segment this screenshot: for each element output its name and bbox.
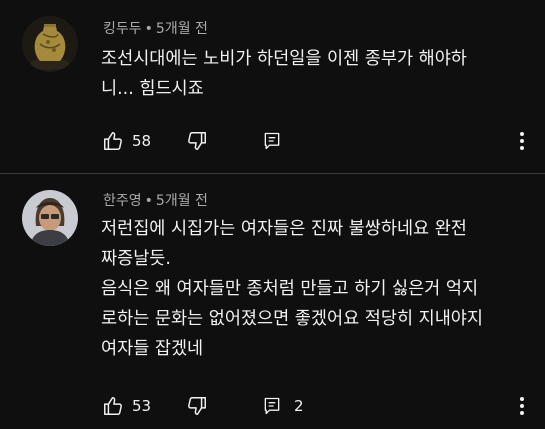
thumb-down-icon: [186, 395, 208, 417]
more-vertical-icon: [515, 395, 529, 417]
person-avatar-image: [22, 190, 78, 246]
comment-text: 저런집에 시집가는 여자들은 진짜 불쌍하네요 완전 짜증날듯. 음식은 왜 여…: [101, 219, 484, 359]
avatar[interactable]: [22, 190, 78, 246]
more-options-button[interactable]: [515, 395, 529, 417]
meta-separator: •: [144, 193, 153, 209]
comment-meta: 한주영 • 5개월 전: [103, 190, 208, 210]
comment-actions: 53 2: [100, 395, 540, 417]
comment-time[interactable]: 5개월 전: [156, 193, 208, 209]
reply-button[interactable]: 2: [262, 395, 304, 417]
reply-count: 2: [294, 397, 304, 415]
like-count: 53: [132, 397, 152, 415]
dislike-button[interactable]: [186, 395, 208, 417]
like-button[interactable]: 53: [102, 395, 151, 417]
comment-item: 한주영 • 5개월 전 저런집에 시집가는 여자들은 진짜 불쌍하네요 완전 짜증날…: [0, 0, 545, 429]
author-name[interactable]: 한주영: [103, 193, 142, 209]
reply-comment-icon: [262, 396, 282, 416]
thumb-up-icon: [102, 395, 124, 417]
